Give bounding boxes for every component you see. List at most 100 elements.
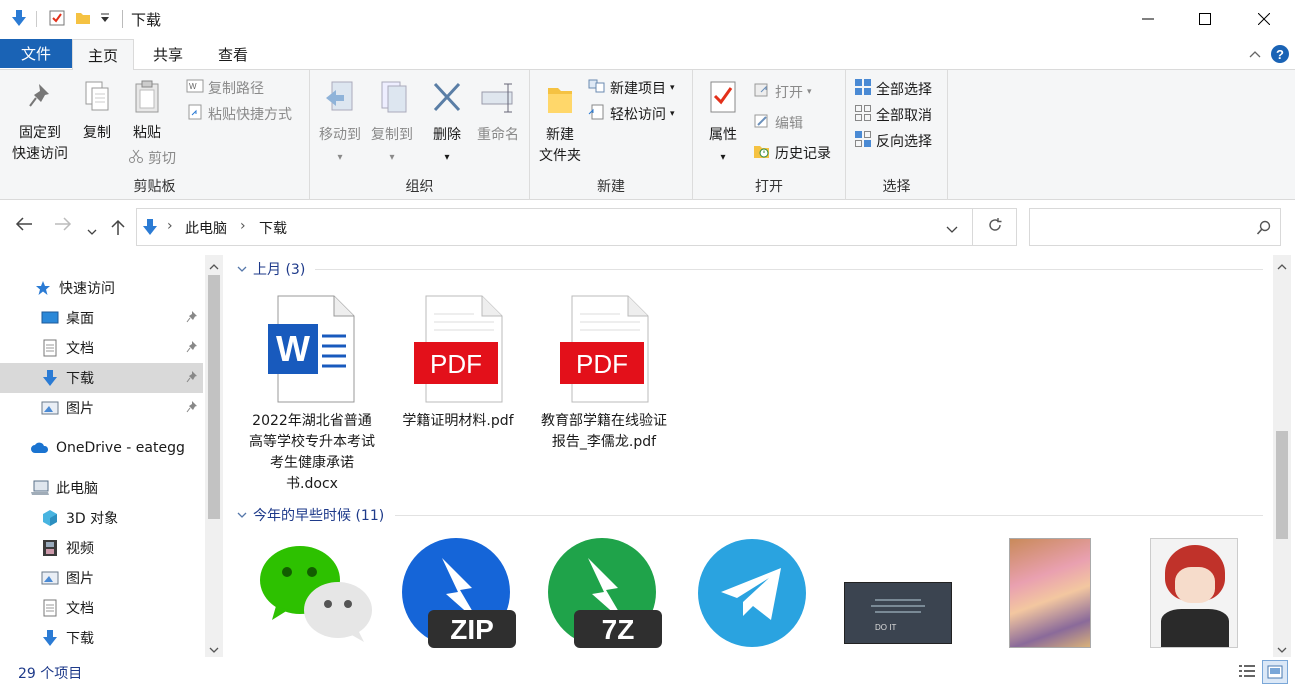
word-document-icon: W (247, 293, 377, 405)
breadcrumb-this-pc[interactable]: 此电脑 (185, 218, 227, 238)
pin-quick-access-button[interactable]: 固定到 快速访问 (8, 80, 72, 165)
downloads-location-icon (141, 218, 159, 240)
nav-pc-pictures[interactable]: 图片 (0, 563, 203, 593)
paste-shortcut-icon (186, 104, 204, 124)
history-button[interactable]: 历史记录 (753, 143, 831, 163)
file-item[interactable] (249, 537, 379, 657)
up-arrow-icon[interactable] (110, 218, 126, 241)
breadcrumb-separator-icon[interactable]: › (240, 218, 246, 234)
file-item[interactable]: W 2022年湖北省普通高等学校专升本考试考生健康承诺书.docx (247, 293, 377, 495)
quick-access-dropdown-icon[interactable] (100, 12, 110, 28)
group-header-earlier-this-year[interactable]: 今年的早些时候 (11) (237, 505, 384, 525)
tab-share[interactable]: 共享 (140, 39, 196, 70)
copy-path-button[interactable]: W 复制路径 (186, 78, 264, 98)
select-none-button[interactable]: 全部取消 (854, 104, 932, 126)
select-all-button[interactable]: 全部选择 (854, 78, 932, 100)
search-input[interactable] (1038, 217, 1238, 237)
pin-icon[interactable] (185, 340, 199, 358)
easy-access-label: 轻松访问 (610, 107, 666, 123)
file-item[interactable]: DO IT (833, 537, 963, 657)
tab-home[interactable]: 主页 (72, 39, 134, 71)
nav-this-pc[interactable]: 此电脑 (0, 473, 203, 503)
file-item[interactable] (985, 537, 1115, 657)
back-arrow-icon[interactable] (14, 216, 34, 237)
pin-label-1: 固定到 (19, 125, 61, 141)
properties-button[interactable]: 属性 ▾ (701, 80, 745, 168)
cut-button[interactable]: 剪切 (128, 148, 176, 168)
tab-file[interactable]: 文件 (0, 39, 72, 68)
file-item[interactable]: ZIP (395, 537, 525, 657)
breadcrumb-separator-icon[interactable]: › (167, 218, 173, 234)
minimize-button[interactable] (1118, 0, 1178, 38)
collapse-ribbon-icon[interactable] (1248, 47, 1262, 63)
scroll-down-chevron-icon[interactable] (1277, 642, 1287, 658)
group-collapse-chevron-icon[interactable] (237, 261, 247, 277)
invert-selection-button[interactable]: 反向选择 (854, 130, 932, 152)
nav-pc-downloads[interactable]: 下载 (0, 623, 203, 653)
open-group-label: 打开 (755, 179, 783, 195)
pin-icon[interactable] (185, 310, 199, 328)
move-to-button[interactable]: 移动到 ▾ (314, 80, 366, 168)
paste-shortcut-button[interactable]: 粘贴快捷方式 (186, 104, 292, 124)
zip-badge: ZIP (450, 614, 494, 645)
paste-button[interactable]: 粘贴 (124, 80, 170, 144)
address-dropdown-chevron-icon[interactable] (945, 223, 959, 239)
easy-access-icon (588, 104, 606, 124)
scroll-up-chevron-icon[interactable] (1277, 259, 1287, 275)
file-item[interactable]: PDF 学籍证明材料.pdf (393, 293, 523, 432)
nav-desktop-label: 桌面 (66, 311, 94, 327)
nav-3d-objects[interactable]: 3D 对象 (0, 503, 203, 533)
refresh-button[interactable] (972, 208, 1017, 246)
file-item[interactable]: 7Z (541, 537, 671, 657)
forward-arrow-icon[interactable] (53, 216, 73, 237)
edit-button[interactable]: 编辑 (753, 113, 803, 133)
copy-to-button[interactable]: 复制到 ▾ (366, 80, 418, 168)
close-button[interactable] (1234, 0, 1294, 38)
delete-button[interactable]: 删除 ▾ (424, 80, 470, 168)
nav-videos[interactable]: 视频 (0, 533, 203, 563)
nav-documents[interactable]: 文档 (0, 333, 203, 363)
search-icon[interactable] (1256, 220, 1272, 240)
nav-quick-access[interactable]: 快速访问 (0, 273, 203, 303)
properties-check-icon[interactable] (48, 9, 66, 31)
group-header-last-month[interactable]: 上月 (3) (237, 259, 305, 279)
easy-access-button[interactable]: 轻松访问 ▾ (588, 104, 675, 124)
breadcrumb-downloads[interactable]: 下载 (259, 218, 287, 238)
file-list-scroll-thumb[interactable] (1276, 431, 1288, 539)
copy-button[interactable]: 复制 (74, 80, 120, 144)
recent-locations-chevron-icon[interactable] (86, 220, 98, 241)
new-folder-icon[interactable] (74, 9, 92, 31)
search-box[interactable] (1029, 208, 1281, 246)
details-view-icon[interactable] (1238, 663, 1256, 683)
pin-icon[interactable] (185, 370, 199, 388)
nav-pictures[interactable]: 图片 (0, 393, 203, 423)
file-item[interactable]: PDF 教育部学籍在线验证报告_李儒龙.pdf (539, 293, 669, 453)
address-bar[interactable]: › 此电脑 › 下载 (136, 208, 973, 246)
help-icon[interactable]: ? (1270, 44, 1290, 68)
nav-desktop[interactable]: 桌面 (0, 303, 203, 333)
new-folder-button[interactable]: 新建 文件夹 (534, 80, 586, 167)
download-arrow-icon[interactable] (10, 9, 28, 31)
download-arrow-icon (40, 628, 60, 648)
tab-view[interactable]: 查看 (205, 39, 261, 70)
file-item[interactable] (1129, 537, 1259, 657)
scroll-up-chevron-icon[interactable] (209, 259, 219, 275)
nav-pane-scrollbar[interactable] (205, 255, 223, 657)
wechat-icon (249, 537, 379, 649)
rename-button[interactable]: 重命名 (472, 80, 524, 146)
nav-pc-documents[interactable]: 文档 (0, 593, 203, 623)
file-item[interactable] (687, 537, 817, 657)
nav-pane-scroll-thumb[interactable] (208, 275, 220, 519)
file-list-scrollbar[interactable] (1273, 255, 1291, 657)
maximize-button[interactable] (1175, 0, 1235, 38)
group-collapse-chevron-icon[interactable] (237, 507, 247, 523)
move-to-label: 移动到 (319, 127, 361, 143)
open-button[interactable]: 打开 ▾ (753, 82, 812, 102)
scroll-down-chevron-icon[interactable] (209, 642, 219, 658)
nav-onedrive[interactable]: OneDrive - eategg (0, 433, 203, 463)
nav-downloads[interactable]: 下载 (0, 363, 203, 393)
edit-icon (753, 113, 771, 133)
pin-icon[interactable] (185, 400, 199, 418)
large-icons-view-icon[interactable] (1262, 660, 1288, 684)
new-item-button[interactable]: 新建项目 ▾ (588, 78, 675, 98)
